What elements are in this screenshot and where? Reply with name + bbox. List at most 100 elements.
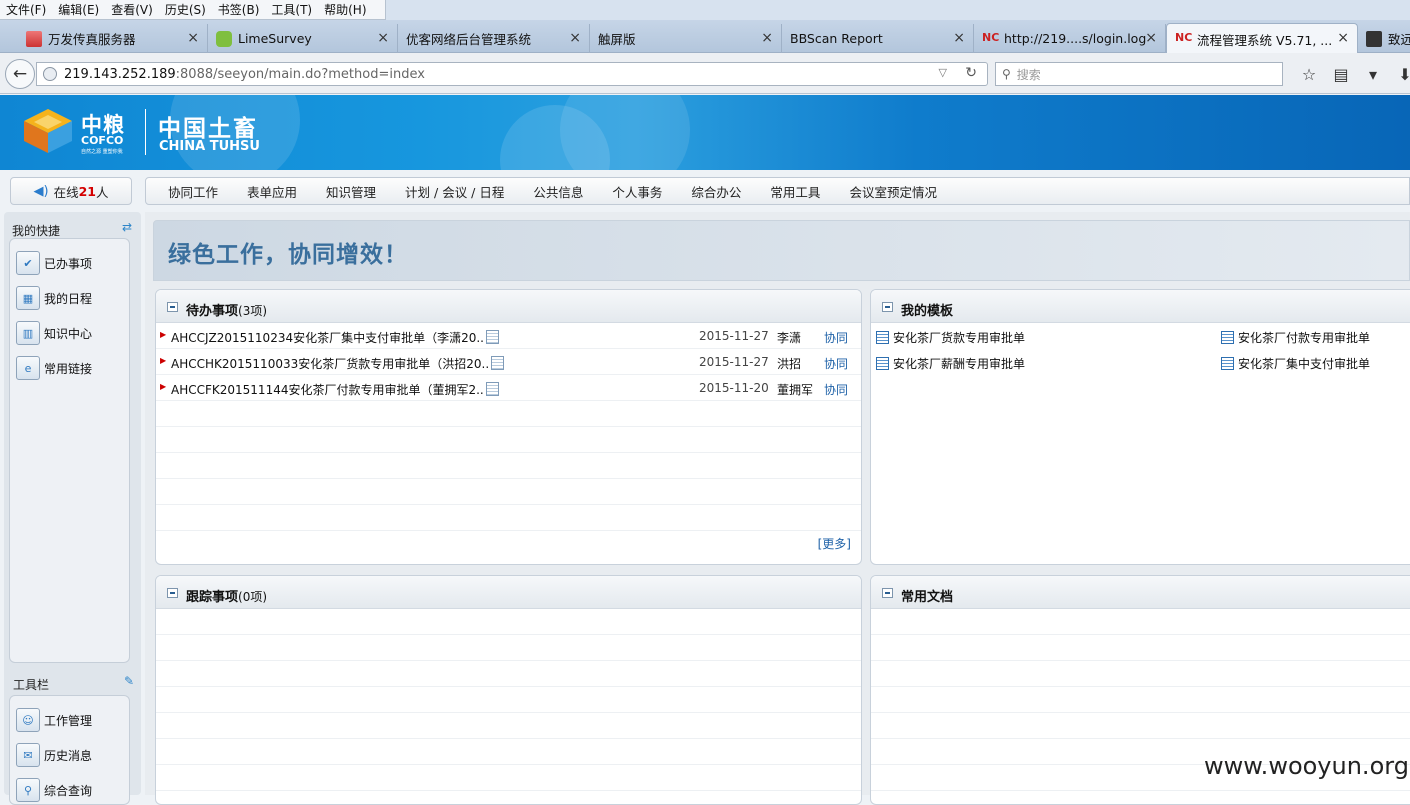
row-type[interactable]: 协同 [824, 381, 848, 398]
document-icon [485, 382, 499, 396]
close-icon[interactable]: × [761, 30, 773, 46]
tab-login-log[interactable]: NC http://219....s/login.log × [974, 24, 1166, 53]
arrow-right-icon: ▶ [160, 382, 167, 391]
tab-workflow-active[interactable]: NC 流程管理系统 V5.71, ... × [1166, 23, 1358, 54]
subject-text: AHCCFK201511144安化茶厂付款专用审批单（董拥军2.. [171, 383, 484, 397]
header-banner: 中粮 COFCO 自然之源 重塑你我 中国土畜 CHINA TUHSU [0, 95, 1410, 170]
star-icon[interactable]: ☆ [1293, 65, 1325, 84]
tab-label: http://219....s/login.log [1004, 31, 1147, 46]
calendar-icon: ▦ [16, 286, 40, 310]
main-menu-item[interactable]: 公共信息 [533, 182, 583, 201]
wrench-icon[interactable]: ✎ [124, 674, 134, 688]
empty-row [871, 661, 1410, 687]
close-icon[interactable]: × [1337, 30, 1349, 46]
menu-item[interactable]: 查看(V) [111, 1, 153, 18]
download-icon[interactable]: ⬇ [1389, 65, 1410, 84]
sidebar: 我的快捷 ⇄ ✔ 已办事项 ▦ 我的日程 ▥ 知识中心 e 常用链接 工具栏 ✎ ☺ 工作… [4, 212, 141, 805]
form-icon [1221, 357, 1234, 370]
tool-work-management[interactable]: ☺ 工作管理 [16, 708, 92, 732]
row-subject[interactable]: AHCCHK2015110033安化茶厂货款专用审批单（洪招20.. [171, 355, 505, 372]
pending-panel: 待办事项(3项) ▶ AHCCJZ2015110234安化茶厂集中支付审批单（李… [155, 289, 862, 565]
more-link[interactable]: [更多] [818, 535, 851, 552]
tab-label: LimeSurvey [238, 31, 312, 46]
empty-row [871, 635, 1410, 661]
main-menu-item[interactable]: 常用工具 [770, 182, 820, 201]
template-item[interactable]: 安化茶厂集中支付审批单 [1221, 355, 1370, 372]
row-subject[interactable]: AHCCFK201511144安化茶厂付款专用审批单（董拥军2.. [171, 381, 499, 398]
arrow-right-icon: ▶ [160, 356, 167, 365]
close-icon[interactable]: × [187, 30, 199, 46]
tool-query[interactable]: ⚲ 综合查询 [16, 778, 92, 802]
search-placeholder: 搜索 [1016, 67, 1041, 82]
collapse-icon[interactable] [882, 588, 893, 598]
close-icon[interactable]: × [1145, 30, 1157, 46]
arrow-right-icon: ▶ [160, 330, 167, 339]
tab-seeyon[interactable]: 致远 [1358, 24, 1410, 53]
document-icon [491, 356, 505, 370]
shortcut-common-links[interactable]: e 常用链接 [16, 356, 92, 380]
shortcut-my-schedule[interactable]: ▦ 我的日程 [16, 286, 92, 310]
main-menu-item[interactable]: 个人事务 [612, 182, 662, 201]
empty-row [156, 661, 861, 687]
close-icon[interactable]: × [377, 30, 389, 46]
url-path: :8088/seeyon/main.do?method=index [175, 66, 425, 82]
shortcut-knowledge-center[interactable]: ▥ 知识中心 [16, 321, 92, 345]
docs-title: 常用文档 [901, 590, 954, 605]
subject-text: AHCCJZ2015110234安化茶厂集中支付审批单（李潇20.. [171, 331, 484, 345]
address-bar[interactable]: 219.143.252.189:8088/seeyon/main.do?meth… [36, 62, 988, 86]
tab-limesurvey[interactable]: LimeSurvey × [208, 24, 398, 53]
template-label: 安化茶厂薪酬专用审批单 [893, 357, 1026, 371]
tab-label: 优客网络后台管理系统 [406, 32, 532, 47]
template-item[interactable]: 安化茶厂薪酬专用审批单 [876, 355, 1025, 372]
menu-item[interactable]: 书签(B) [218, 1, 260, 18]
menu-item[interactable]: 工具(T) [271, 1, 312, 18]
row-type[interactable]: 协同 [824, 355, 848, 372]
navigation-bar: ← 219.143.252.189:8088/seeyon/main.do?me… [0, 53, 1410, 94]
main-menu-item[interactable]: 表单应用 [247, 182, 297, 201]
menu-item[interactable]: 历史(S) [165, 1, 206, 18]
row-subject[interactable]: AHCCJZ2015110234安化茶厂集中支付审批单（李潇20.. [171, 329, 499, 346]
pending-count: (3项) [238, 304, 268, 318]
menu-item[interactable]: 编辑(E) [58, 1, 99, 18]
shortcut-done-items[interactable]: ✔ 已办事项 [16, 251, 92, 275]
collapse-icon[interactable] [167, 588, 178, 598]
collapse-icon[interactable] [882, 302, 893, 312]
main-menu-item[interactable]: 会议室预定情况 [849, 182, 937, 201]
main-menu-item[interactable]: 协同工作 [168, 182, 218, 201]
tab-touch[interactable]: 触屏版 × [590, 24, 782, 53]
row-type[interactable]: 协同 [824, 329, 848, 346]
main-menu: 协同工作 表单应用 知识管理 计划 / 会议 / 日程 公共信息 个人事务 综合办公 常用工具… [145, 177, 1410, 205]
search-input[interactable]: ⚲ 搜索 [995, 62, 1283, 86]
main-menu-item[interactable]: 综合办公 [691, 182, 741, 201]
browser-icon: e [16, 356, 40, 380]
online-suffix: 人 [95, 184, 109, 200]
collapse-icon[interactable] [167, 302, 178, 312]
table-row[interactable]: ▶ AHCCHK2015110033安化茶厂货款专用审批单（洪招20.. 201… [156, 349, 861, 375]
toolbar-title: 工具栏 [13, 678, 50, 692]
clipboard-icon[interactable]: ▤ [1325, 65, 1357, 84]
tab-fax-server[interactable]: 万发传真服务器 × [18, 24, 208, 53]
main-menu-item[interactable]: 计划 / 会议 / 日程 [405, 182, 504, 201]
template-item[interactable]: 安化茶厂货款专用审批单 [876, 329, 1025, 346]
tool-history-messages[interactable]: ✉ 历史消息 [16, 743, 92, 767]
table-row[interactable]: ▶ AHCCFK201511144安化茶厂付款专用审批单（董拥军2.. 2015… [156, 375, 861, 401]
close-icon[interactable]: × [953, 30, 965, 46]
template-item[interactable]: 安化茶厂付款专用审批单 [1221, 329, 1370, 346]
swap-icon[interactable]: ⇄ [122, 220, 132, 234]
tab-youke-admin[interactable]: 优客网络后台管理系统 × [398, 24, 590, 53]
pocket-icon[interactable]: ▾ [1357, 65, 1389, 84]
close-icon[interactable]: × [569, 30, 581, 46]
menu-item[interactable]: 文件(F) [6, 1, 46, 18]
dropdown-arrow-icon[interactable]: ▽ [939, 66, 947, 79]
form-icon [1221, 331, 1234, 344]
online-count: 21 [78, 183, 96, 199]
tab-bbscan[interactable]: BBScan Report × [782, 24, 974, 53]
back-button[interactable]: ← [5, 59, 35, 89]
table-row[interactable]: ▶ AHCCJZ2015110234安化茶厂集中支付审批单（李潇20.. 201… [156, 323, 861, 349]
templates-header: 我的模板 [871, 290, 1410, 323]
reload-icon[interactable]: ↻ [965, 65, 977, 81]
logo-divider [145, 109, 146, 155]
main-menu-item[interactable]: 知识管理 [326, 182, 376, 201]
menu-item[interactable]: 帮助(H) [324, 1, 366, 18]
online-users[interactable]: ◀) 在线 21 人 [10, 177, 132, 205]
